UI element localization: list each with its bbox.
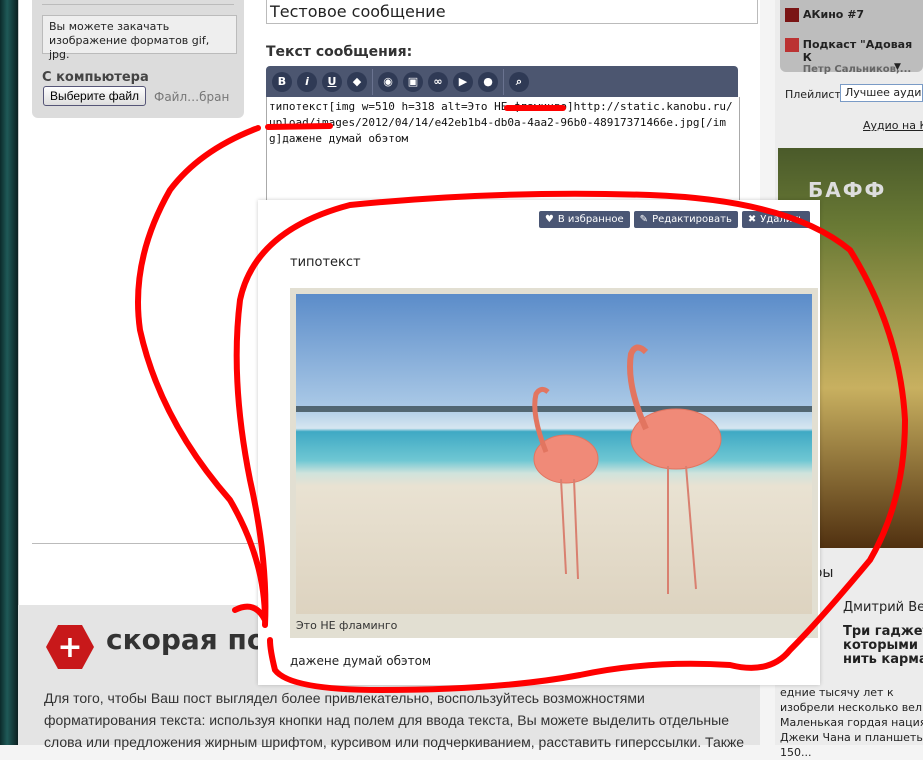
image-caption: Это НЕ фламинго — [296, 619, 398, 632]
podcast-thumb — [785, 8, 799, 22]
playlist-select[interactable]: Лучшее аудио — [840, 84, 923, 102]
help-title: скорая по — [106, 623, 267, 656]
from-computer-label: С компьютера — [42, 70, 149, 85]
eye-icon[interactable]: ◉ — [378, 71, 398, 92]
upload-hint: Вы можете закачать изображение форматов … — [42, 15, 237, 61]
help-text: Для того, чтобы Ваш пост выглядел более … — [44, 690, 745, 750]
text-label: Текст сообщения: — [266, 44, 413, 60]
podcast-thumb — [785, 38, 799, 52]
favorite-button[interactable]: ♥ В избранное — [538, 211, 630, 228]
user-icon[interactable]: ● — [478, 71, 498, 92]
desktop-edge — [0, 0, 18, 745]
blogger-name[interactable]: Дмитрий Ве — [843, 600, 923, 615]
edit-button[interactable]: ✎ Редактировать — [633, 211, 738, 228]
blog-post-text: едние тысячу лет к изобрели несколько ве… — [780, 686, 923, 759]
pencil-icon: ✎ — [639, 214, 649, 225]
message-textarea[interactable]: типотекст[img w=510 h=318 alt=Это НЕ фла… — [266, 97, 740, 207]
search-icon[interactable]: ⌕ — [509, 71, 529, 92]
close-icon: ✖ — [747, 214, 757, 225]
title-input[interactable]: Тестовое сообщение — [266, 0, 758, 24]
link-icon[interactable]: ∞ — [428, 71, 448, 92]
heart-icon: ♥ — [544, 214, 554, 225]
podcast-item[interactable]: АКино #7 — [785, 8, 864, 22]
image-icon[interactable]: ▣ — [403, 71, 423, 92]
preview-text-before: типотекст — [290, 255, 361, 270]
audio-link[interactable]: Аудио на Ка — [863, 119, 923, 132]
blog-post-title[interactable]: Три гаджета которыми ле нить карманную — [843, 625, 923, 667]
podcast-item[interactable]: Подкаст "Адовая К Петр Сальников,... — [785, 38, 923, 75]
playlist-label: Плейлист: — [785, 88, 845, 101]
underline-icon[interactable]: U — [322, 71, 342, 92]
choose-file-button[interactable]: Выберите файл — [43, 86, 147, 106]
file-status: Файл…бран — [154, 90, 230, 104]
italic-icon[interactable]: i — [297, 71, 317, 92]
first-aid-icon: + — [46, 625, 94, 669]
podcast-list: АКино #7 Подкаст "Адовая К Петр Сальников… — [780, 0, 923, 75]
bold-icon[interactable]: B — [272, 71, 292, 92]
video-icon[interactable]: ▶ — [453, 71, 473, 92]
preview-text-after: дажене думай обэтом — [290, 654, 432, 668]
scroll-down-icon[interactable]: ▼ — [894, 62, 901, 72]
upload-box: Вы можете закачать изображение форматов … — [32, 0, 244, 118]
format-toolbar: B i U ◆ ◉ ▣ ∞ ▶ ● ⌕ — [266, 66, 738, 97]
flamingo-photo — [296, 294, 812, 614]
eraser-icon[interactable]: ◆ — [347, 71, 367, 92]
image-frame: Это НЕ фламинго — [290, 288, 818, 638]
preview-popup: ♥ В избранное ✎ Редактировать ✖ Удалить тип… — [258, 200, 820, 685]
delete-button[interactable]: ✖ Удалить — [741, 211, 810, 228]
